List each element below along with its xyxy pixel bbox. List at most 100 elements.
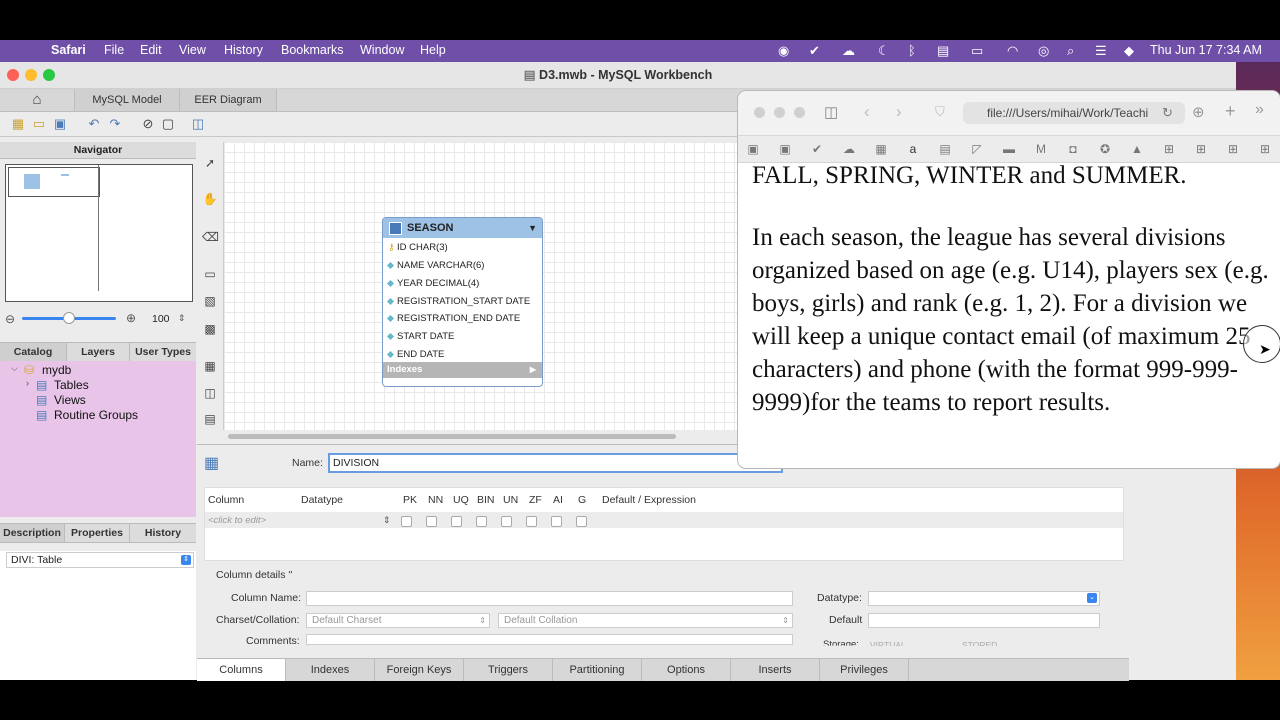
pk-checkbox[interactable]	[401, 516, 412, 527]
expand-chevron-icon[interactable]: ⌵	[11, 363, 18, 374]
save-model-icon[interactable]: ▣	[52, 116, 68, 132]
tab-inserts[interactable]: Inserts	[731, 659, 820, 681]
bookmark-icon[interactable]: ⊞	[1192, 141, 1210, 157]
g-checkbox[interactable]	[576, 516, 587, 527]
hand-tool-icon[interactable]: ✋	[202, 192, 218, 206]
battery-icon[interactable]: ▭	[971, 43, 983, 59]
user-icon[interactable]: ◎	[1038, 43, 1049, 59]
season-table[interactable]: SEASON ▼ ⚷ ID CHAR(3) NAME VARCHAR(6) YE…	[382, 217, 543, 387]
bookmark-icon[interactable]: ⊞	[1256, 141, 1274, 157]
collation-select[interactable]: Default Collation ⇕	[498, 613, 793, 628]
menu-history[interactable]: History	[224, 43, 263, 57]
grid-header-default[interactable]: Default / Expression	[602, 494, 696, 506]
navigator-minimap[interactable]	[5, 164, 193, 302]
bookmark-icon[interactable]: ▣	[776, 141, 794, 157]
bookmark-icon[interactable]: ◸	[968, 141, 986, 157]
ai-checkbox[interactable]	[551, 516, 562, 527]
cloud-upload-icon[interactable]: ☁	[842, 43, 855, 59]
undo-icon[interactable]: ↶	[86, 116, 102, 132]
search-icon[interactable]: ⌕	[1067, 43, 1074, 59]
minimize-window-button[interactable]	[774, 107, 785, 118]
column-name-input[interactable]	[306, 591, 793, 606]
menu-edit[interactable]: Edit	[140, 43, 162, 57]
grid-header-bin[interactable]: BIN	[477, 494, 495, 506]
new-model-icon[interactable]: ▦	[10, 116, 26, 132]
canvas-horizontal-scrollbar[interactable]	[228, 434, 676, 439]
image-tool-icon[interactable]: ▩	[202, 322, 218, 336]
grid-header-column[interactable]: Column	[208, 494, 244, 506]
tree-item-routine-groups[interactable]: Routine Groups	[54, 408, 138, 422]
tab-partitioning[interactable]: Partitioning	[553, 659, 642, 681]
bookmark-icon[interactable]: ▦	[872, 141, 890, 157]
close-window-button[interactable]	[7, 69, 19, 81]
datatype-select[interactable]: ⌄	[868, 591, 1100, 606]
bookmark-icon[interactable]: ◘	[1064, 141, 1082, 157]
charset-select[interactable]: Default Charset ⇕	[306, 613, 490, 628]
zf-checkbox[interactable]	[526, 516, 537, 527]
tab-history[interactable]: History	[130, 524, 196, 542]
menu-app-safari[interactable]: Safari	[51, 43, 86, 57]
menu-help[interactable]: Help	[420, 43, 446, 57]
record-icon[interactable]: ◉	[778, 43, 789, 59]
tab-foreign-keys[interactable]: Foreign Keys	[375, 659, 464, 681]
sidebar-icon[interactable]: ◫	[824, 103, 838, 121]
menu-window[interactable]: Window	[360, 43, 404, 57]
menu-view[interactable]: View	[179, 43, 206, 57]
bookmark-icon[interactable]: ▬	[1000, 141, 1018, 157]
bluetooth-icon[interactable]: ᛒ	[908, 43, 916, 58]
tree-item-views[interactable]: Views	[54, 393, 86, 407]
expand-arrow-icon[interactable]: ▶	[530, 362, 536, 378]
siri-icon[interactable]: ◆	[1124, 43, 1134, 59]
tab-catalog[interactable]: Catalog	[0, 343, 67, 361]
uq-checkbox[interactable]	[451, 516, 462, 527]
grid-header-g[interactable]: G	[578, 494, 586, 506]
grid-header-zf[interactable]: ZF	[529, 494, 542, 506]
menu-file[interactable]: File	[104, 43, 124, 57]
comments-input[interactable]	[306, 634, 793, 645]
tab-mysql-model[interactable]: MySQL Model	[75, 89, 180, 111]
tab-privileges[interactable]: Privileges	[820, 659, 909, 681]
tab-user-types[interactable]: User Types	[130, 343, 196, 361]
flag-icon[interactable]: ▤	[937, 43, 949, 59]
tab-options[interactable]: Options	[642, 659, 731, 681]
default-input[interactable]	[868, 613, 1100, 628]
eraser-tool-icon[interactable]: ⌫	[202, 230, 219, 244]
zoom-slider-thumb[interactable]	[63, 312, 75, 324]
grid-header-un[interactable]: UN	[503, 494, 518, 506]
wifi-icon[interactable]: ◠	[1007, 43, 1018, 59]
collapse-arrow-icon[interactable]: ▼	[528, 218, 537, 238]
bookmark-icon[interactable]: ▤	[936, 141, 954, 157]
menu-bookmarks[interactable]: Bookmarks	[281, 43, 344, 57]
placeholder-row[interactable]	[205, 512, 1123, 528]
grid-header-datatype[interactable]: Datatype	[301, 494, 343, 506]
grid-header-uq[interactable]: UQ	[453, 494, 469, 506]
bookmark-icon[interactable]: ✪	[1096, 141, 1114, 157]
bookmark-icon[interactable]: ⊞	[1224, 141, 1242, 157]
download-icon[interactable]: ⊕	[1192, 103, 1205, 121]
moon-icon[interactable]: ☾	[878, 43, 890, 59]
un-checkbox[interactable]	[501, 516, 512, 527]
season-table-header[interactable]: SEASON ▼	[383, 218, 542, 238]
bookmark-icon[interactable]: ⊞	[1160, 141, 1178, 157]
object-select[interactable]: DIVI: Table ⇕	[6, 552, 194, 568]
bookmark-icon[interactable]: ☁	[840, 141, 858, 157]
tab-triggers[interactable]: Triggers	[464, 659, 553, 681]
new-tab-icon[interactable]: +	[1225, 101, 1236, 122]
reload-icon[interactable]: ↻	[1162, 105, 1173, 121]
bookmark-icon[interactable]: ▣	[744, 141, 762, 157]
redo-icon[interactable]: ↷	[107, 116, 123, 132]
datatype-stepper-icon[interactable]: ⇕	[383, 515, 391, 526]
view-tool-icon[interactable]: ◫	[202, 386, 218, 400]
bookmark-icon[interactable]: ✔	[808, 141, 826, 157]
toggle-grid-icon[interactable]: ⊘	[140, 116, 156, 132]
tab-eer-diagram[interactable]: EER Diagram	[180, 89, 277, 111]
table-tool-icon[interactable]: ▦	[202, 359, 218, 373]
open-model-icon[interactable]: ▭	[31, 116, 47, 132]
back-icon[interactable]: ‹	[864, 102, 870, 122]
tab-indexes[interactable]: Indexes	[286, 659, 375, 681]
bin-checkbox[interactable]	[476, 516, 487, 527]
click-to-edit-cell[interactable]: <click to edit>	[208, 515, 266, 526]
control-center-icon[interactable]: ☰	[1095, 43, 1107, 59]
season-indexes-section[interactable]: Indexes ▶	[383, 362, 542, 378]
grid-header-nn[interactable]: NN	[428, 494, 443, 506]
